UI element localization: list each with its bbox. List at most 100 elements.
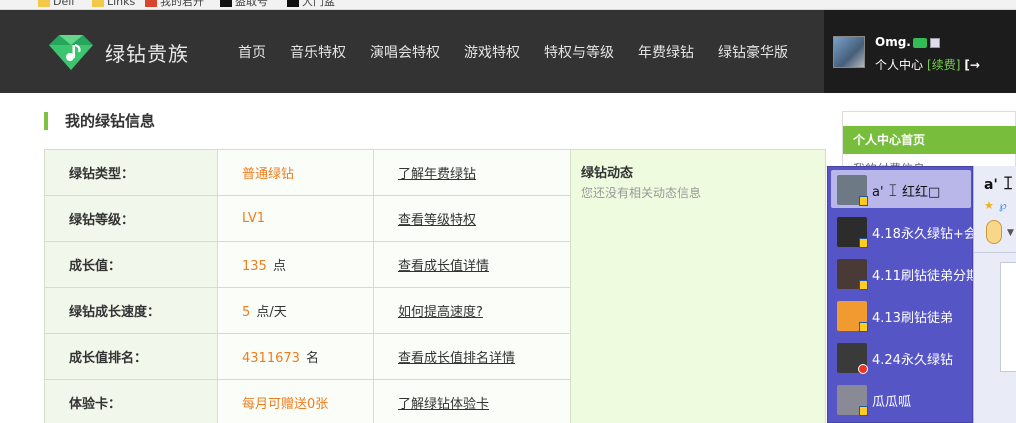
nav-annual[interactable]: 年费绿钻 <box>638 42 694 62</box>
section-title: 我的绿钻信息 <box>44 112 155 130</box>
microphone-icon[interactable] <box>986 220 1002 244</box>
chat-contact-item[interactable]: 4.13刷钻徒弟 <box>831 296 971 334</box>
chat-contact-item[interactable]: a' ꀤ 红红□ <box>831 170 971 208</box>
black-icon <box>220 0 232 7</box>
qq-status-icon <box>859 196 868 206</box>
row-link-cell: 查看等级特权 <box>373 195 571 242</box>
chat-input[interactable] <box>1000 262 1016 372</box>
row-label: 成长值排名： <box>44 333 218 380</box>
nav-music[interactable]: 音乐特权 <box>290 42 346 62</box>
chat-window-name: a' ꀤ <box>984 177 1014 193</box>
dynamics-text: 您还没有相关动态信息 <box>581 186 702 200</box>
contact-name: 4.24永久绿钻 <box>872 353 953 368</box>
dynamics-title: 绿钻动态 <box>581 166 634 181</box>
avatar <box>837 385 868 416</box>
user-name-row: Omg. <box>875 35 940 49</box>
learn-trial-card-link[interactable]: 了解绿钻体验卡 <box>398 397 489 412</box>
qq-status-icon <box>859 406 868 416</box>
bookmark-links[interactable]: Links <box>92 0 135 9</box>
app-icon <box>145 0 157 7</box>
contact-name: 4.18永久绿钻+会 <box>872 227 977 242</box>
diamond-info-table: 绿钻类型： 普通绿钻 了解年费绿钻 绿钻动态 您还没有相关动态信息 绿钻等级： … <box>44 149 826 423</box>
chevron-down-icon[interactable]: ▼ <box>1007 228 1014 238</box>
avatar <box>837 301 868 332</box>
user-name[interactable]: Omg. <box>875 35 911 49</box>
folder-icon <box>92 0 104 7</box>
folder-icon <box>38 0 50 7</box>
nav-level[interactable]: 特权与等级 <box>544 42 614 62</box>
nav-concert[interactable]: 演唱会特权 <box>370 42 440 62</box>
avatar <box>837 217 868 248</box>
row-value: LV1 <box>217 195 374 242</box>
star-icon[interactable]: ★ <box>984 199 994 212</box>
chat-contact-item[interactable]: 瓜瓜呱 <box>831 380 971 418</box>
value-text: 普通绿钻 <box>242 167 295 182</box>
unit-text: 点 <box>272 259 286 274</box>
table-row: 绿钻类型： 普通绿钻 了解年费绿钻 绿钻动态 您还没有相关动态信息 <box>44 149 826 423</box>
row-value: 每月可赠送0张 <box>217 379 374 423</box>
row-label: 体验卡： <box>44 379 218 423</box>
main-nav: 首页 音乐特权 演唱会特权 游戏特权 特权与等级 年费绿钻 绿钻豪华版 <box>238 42 812 62</box>
user-links: 个人中心 [续费] [→ <box>875 56 980 73</box>
logout-icon[interactable]: [→ <box>964 58 980 72</box>
chat-contact-item[interactable]: 4.24永久绿钻 <box>831 338 971 376</box>
row-label: 成长值： <box>44 241 218 288</box>
nav-home[interactable]: 首页 <box>238 42 266 62</box>
row-value: 普通绿钻 <box>217 149 374 196</box>
green-diamond-logo-icon <box>49 35 93 70</box>
avatar[interactable] <box>833 36 865 68</box>
avatar <box>837 259 868 290</box>
value-text: 135 <box>242 259 267 274</box>
row-link-cell: 如何提高速度? <box>373 287 571 334</box>
qq-status-icon <box>859 238 868 248</box>
dynamics-panel: 绿钻动态 您还没有相关动态信息 <box>570 149 826 423</box>
bookmark-item[interactable]: Dell <box>0 0 7 9</box>
avatar <box>837 175 868 206</box>
unit-text: 点/天 <box>256 305 287 320</box>
bookmark-black-1[interactable]: 盗取号 <box>220 0 268 9</box>
value-text: 每月可赠送0张 <box>242 397 329 412</box>
contact-name: a' ꀤ 红红□ <box>872 185 941 200</box>
chat-contact-item[interactable]: 4.11刷钻徒弟分期 <box>831 254 979 292</box>
learn-annual-link[interactable]: 了解年费绿钻 <box>398 167 476 182</box>
row-link-cell: 了解绿钻体验卡 <box>373 379 571 423</box>
view-rank-link[interactable]: 查看成长值排名详情 <box>398 351 515 366</box>
view-level-link[interactable]: 查看等级特权 <box>398 213 476 228</box>
bookmark-app[interactable]: 我的君开 <box>145 0 204 9</box>
logo-text: 绿钻贵族 <box>105 42 189 66</box>
renew-link[interactable]: [续费] <box>927 58 960 72</box>
improve-speed-link[interactable]: 如何提高速度? <box>398 305 483 320</box>
value-text: 5 <box>242 305 251 320</box>
avatar <box>837 343 868 374</box>
black-icon <box>287 0 299 7</box>
qq-status-icon <box>859 322 868 332</box>
contact-name: 4.13刷钻徒弟 <box>872 311 953 326</box>
green-diamond-badge-icon <box>912 37 927 48</box>
chat-contact-item[interactable]: 4.18永久绿钻+会 <box>831 212 977 250</box>
chat-contact-list: a' ꀤ 红红□ 4.18永久绿钻+会 4.11刷钻徒弟分期 4.13刷钻徒弟 … <box>827 166 979 423</box>
chat-window: a' ꀤ ★ ℘ ▼ <box>973 166 1016 423</box>
contact-name: 4.11刷钻徒弟分期 <box>872 269 979 284</box>
vip-icon[interactable]: ℘ <box>999 199 1007 212</box>
divider <box>974 252 1016 253</box>
row-label: 绿钻等级： <box>44 195 218 242</box>
row-value: 4311673 名 <box>217 333 374 380</box>
value-text: 4311673 <box>242 351 300 366</box>
qq-status-icon <box>859 280 868 290</box>
bookmark-dell[interactable]: Dell <box>38 0 74 9</box>
bookmark-black-2[interactable]: 大门盆 <box>287 0 335 9</box>
nav-game[interactable]: 游戏特权 <box>464 42 520 62</box>
side-panel-title[interactable]: 个人中心首页 <box>843 126 1016 154</box>
row-link-cell: 查看成长值排名详情 <box>373 333 571 380</box>
view-growth-link[interactable]: 查看成长值详情 <box>398 259 489 274</box>
value-text: LV1 <box>242 211 265 226</box>
level-badge-icon <box>929 37 940 48</box>
nav-deluxe[interactable]: 绿钻豪华版 <box>718 42 788 62</box>
user-box: Omg. 个人中心 [续费] [→ <box>824 10 1016 93</box>
row-value: 135 点 <box>217 241 374 288</box>
personal-center-link[interactable]: 个人中心 <box>875 58 923 72</box>
contact-name: 瓜瓜呱 <box>872 395 912 410</box>
site-logo[interactable]: 绿钻贵族 <box>43 32 203 72</box>
row-value: 5 点/天 <box>217 287 374 334</box>
row-label: 绿钻成长速度： <box>44 287 218 334</box>
